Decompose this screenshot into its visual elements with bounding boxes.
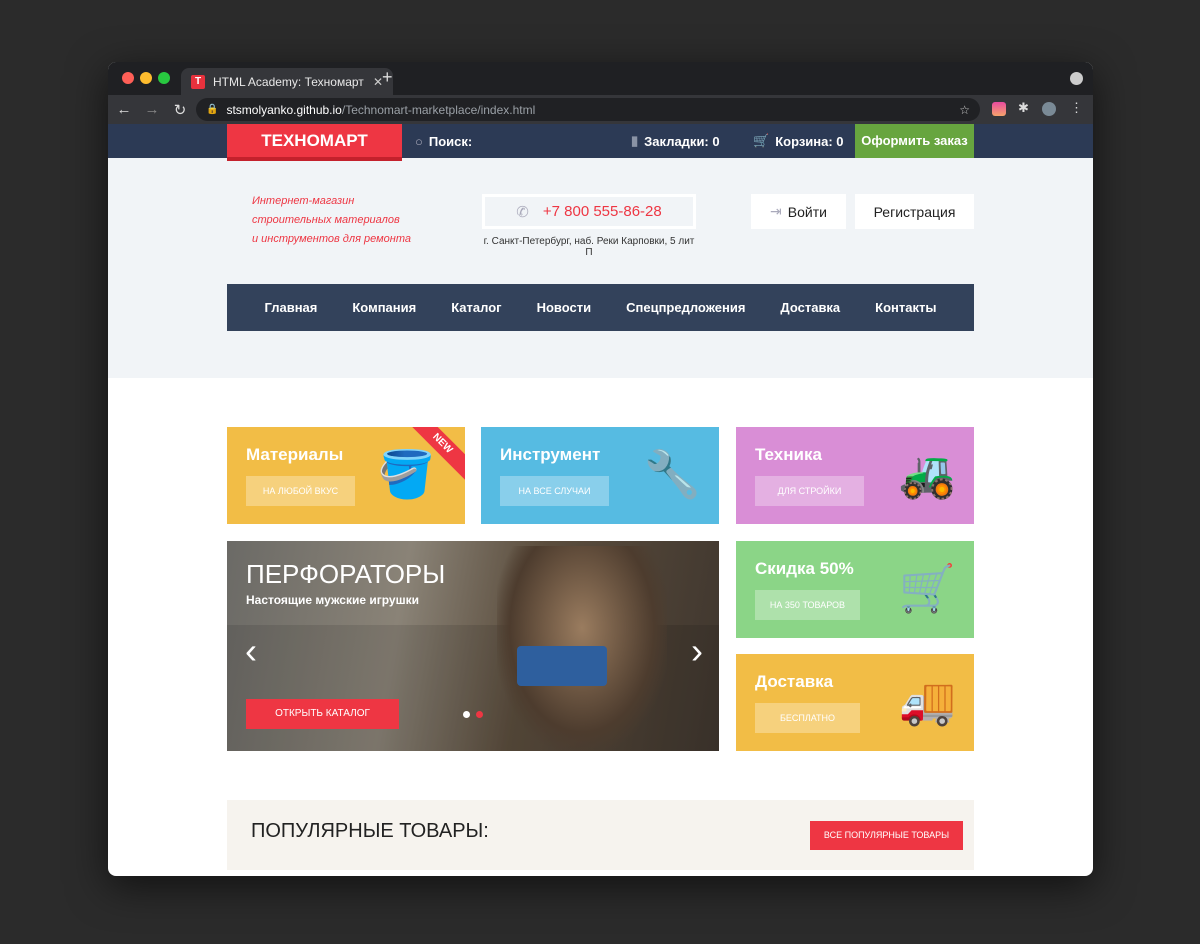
phone-number[interactable]: +7 800 555-86-28 [543, 203, 662, 220]
url-host: stsmolyanko.github.io [226, 102, 342, 117]
extension-icon[interactable] [992, 102, 1006, 116]
login-icon: ⇥ [770, 203, 782, 219]
slider-dot-active[interactable] [476, 711, 483, 718]
favicon-icon: T [191, 74, 205, 89]
shopping-cart-icon: 🛒 [898, 562, 956, 614]
menu-item-catalog[interactable]: Каталог [451, 300, 501, 315]
card-delivery[interactable]: Доставка бесплатно 🚚 [736, 654, 974, 751]
browser-menu-icon[interactable]: ⋮ [1070, 100, 1084, 115]
url-input[interactable]: 🔒 stsmolyanko.github.io/Technomart-marke… [196, 98, 980, 121]
login-button[interactable]: ⇥ Войти [751, 194, 846, 229]
menu-item-news[interactable]: Новости [537, 300, 592, 315]
card-title: Скидка 50% [755, 559, 854, 578]
tab-search-icon[interactable] [1070, 72, 1083, 85]
menu-item-company[interactable]: Компания [352, 300, 416, 315]
cart-link[interactable]: 🛒 Корзина: 0 [753, 124, 844, 158]
card-materials[interactable]: NEW Материалы на любой вкус 🪣 [227, 427, 465, 524]
card-button[interactable]: бесплатно [755, 703, 860, 733]
slider-title: ПЕРФОРАТОРЫ [246, 559, 446, 589]
cart-icon: 🛒 [753, 133, 770, 148]
browser-window: T HTML Academy: Техномарт ✕ + ← → ↻ 🔒 st… [108, 62, 1093, 876]
card-button[interactable]: на любой вкус [246, 476, 355, 506]
menu-item-home[interactable]: Главная [265, 300, 318, 315]
slider-dots [463, 711, 483, 718]
phone-box: ✆ +7 800 555-86-28 [482, 194, 696, 229]
truck-icon: 🚚 [898, 675, 956, 727]
address: г. Санкт-Петербург, наб. Реки Карповки, … [483, 236, 695, 258]
slider-dot[interactable] [463, 711, 470, 718]
extensions-puzzle-icon[interactable]: ✱ [1018, 100, 1032, 115]
register-button[interactable]: Регистрация [855, 194, 974, 229]
drill-icon: 🔧 [643, 448, 701, 500]
paint-bucket-icon: 🪣 [377, 448, 435, 500]
card-tools[interactable]: Инструмент на все случаи 🔧 [481, 427, 719, 524]
slogan-line: и инструментов для ремонта [252, 233, 412, 245]
slogan-line: строительных материалов [252, 214, 400, 226]
all-popular-button[interactable]: ВСЕ ПОПУЛЯРНЫЕ ТОВАРЫ [810, 821, 963, 850]
tractor-icon: 🚜 [898, 448, 956, 500]
slider-subtitle: Настоящие мужские игрушки [246, 593, 419, 607]
bookmarks-link[interactable]: ▮ Закладки: 0 [631, 124, 720, 158]
menu-item-delivery[interactable]: Доставка [780, 300, 840, 315]
cart-label: Корзина: 0 [775, 133, 844, 149]
lock-icon: 🔒 [206, 104, 219, 115]
phone-icon: ✆ [516, 203, 529, 221]
slogan-line: Интернет-магазин [252, 195, 355, 207]
browser-tab[interactable]: T HTML Academy: Техномарт ✕ [181, 68, 393, 95]
slider-prev-icon[interactable]: ‹ [245, 633, 257, 669]
card-title: Инструмент [500, 445, 601, 464]
back-icon[interactable]: ← [112, 101, 136, 118]
maximize-window-button[interactable] [158, 72, 170, 84]
title-bar: T HTML Academy: Техномарт ✕ + [108, 62, 1093, 95]
open-catalog-button[interactable]: ОТКРЫТЬ КАТАЛОГ [246, 699, 399, 729]
card-title: Техника [755, 445, 822, 464]
popular-title: ПОПУЛЯРНЫЕ ТОВАРЫ: [251, 820, 489, 842]
forward-icon[interactable]: → [140, 101, 164, 118]
promo-slider: ПЕРФОРАТОРЫ Настоящие мужские игрушки ‹ … [227, 541, 719, 751]
main-menu: Главная Компания Каталог Новости Спецпре… [227, 284, 974, 331]
search-field[interactable]: ○ Поиск: [415, 124, 472, 158]
card-button[interactable]: на 350 товаров [755, 590, 860, 620]
close-window-button[interactable] [122, 72, 134, 84]
site-header: Интернет-магазин строительных материалов… [108, 158, 1093, 378]
card-button[interactable]: на все случаи [500, 476, 609, 506]
search-icon: ○ [415, 133, 423, 149]
menu-item-contacts[interactable]: Контакты [875, 300, 936, 315]
bookmark-icon: ▮ [631, 133, 639, 148]
card-discount[interactable]: Скидка 50% на 350 товаров 🛒 [736, 541, 974, 638]
url-path: /Technomart-marketplace/index.html [341, 102, 536, 117]
login-label: Войти [787, 203, 827, 220]
profile-avatar[interactable] [1042, 102, 1056, 116]
bookmarks-label: Закладки: 0 [644, 133, 720, 149]
bookmark-star-icon[interactable]: ☆ [959, 103, 970, 117]
drill-image [517, 646, 607, 686]
card-button[interactable]: для стройки [755, 476, 864, 506]
card-machinery[interactable]: Техника для стройки 🚜 [736, 427, 974, 524]
site-top-nav: ТЕХНОМАРТ ○ Поиск: ▮ Закладки: 0 🛒 Корзина:… [108, 124, 1093, 161]
main-content: NEW Материалы на любой вкус 🪣 Инструмент… [108, 378, 1093, 876]
site-logo[interactable]: ТЕХНОМАРТ [227, 124, 402, 161]
search-label: Поиск: [428, 133, 473, 149]
reload-icon[interactable]: ↻ [168, 101, 192, 119]
address-bar-row: ← → ↻ 🔒 stsmolyanko.github.io/Technomart… [108, 95, 1093, 124]
menu-item-offers[interactable]: Спецпредложения [626, 300, 745, 315]
card-title: Доставка [755, 672, 834, 691]
popular-section: ПОПУЛЯРНЫЕ ТОВАРЫ: ВСЕ ПОПУЛЯРНЫЕ ТОВАРЫ [227, 800, 974, 870]
slider-next-icon[interactable]: › [691, 633, 703, 669]
new-tab-button[interactable]: + [382, 67, 393, 88]
tab-title: HTML Academy: Техномарт [213, 74, 364, 89]
card-title: Материалы [246, 445, 344, 464]
order-button[interactable]: Оформить заказ [855, 124, 974, 158]
slogan: Интернет-магазин строительных материалов… [252, 192, 411, 249]
minimize-window-button[interactable] [140, 72, 152, 84]
